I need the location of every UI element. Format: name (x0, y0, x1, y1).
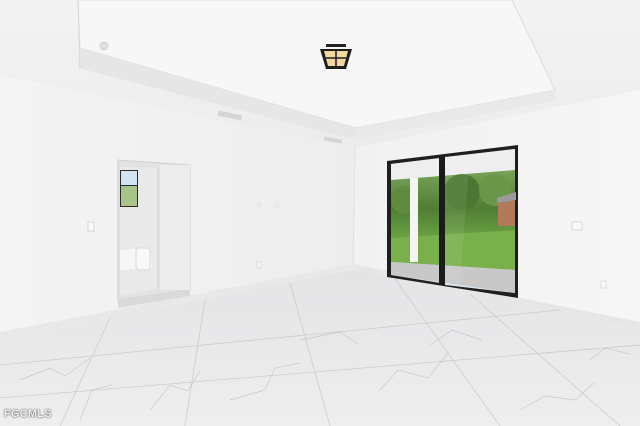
outlet (256, 261, 262, 269)
bathroom-doorway (117, 159, 191, 308)
toilet (135, 247, 151, 271)
photo-watermark: FGCMLS (4, 408, 52, 420)
sliding-glass-door (387, 145, 518, 298)
room-photo: FGCMLS (0, 0, 640, 426)
room-illustration (0, 0, 640, 426)
outlet-2 (600, 280, 607, 289)
light-switch (87, 221, 95, 232)
wall-switch-plate (571, 221, 583, 231)
smoke-detector (99, 41, 109, 51)
